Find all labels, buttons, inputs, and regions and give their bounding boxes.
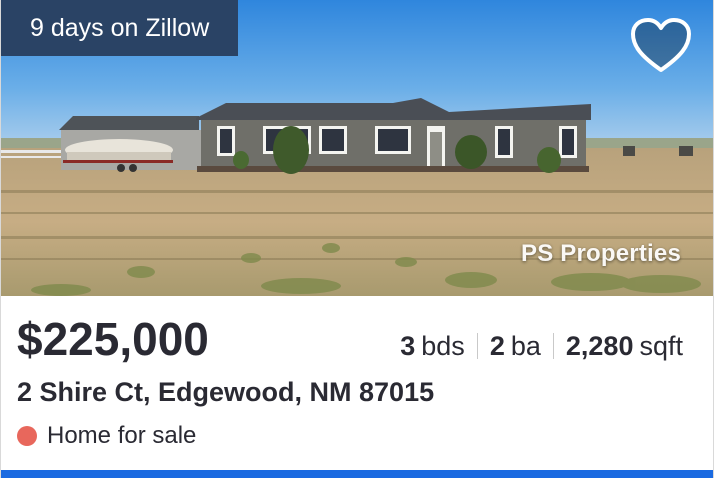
- sqft-value: 2,280: [565, 331, 634, 361]
- beds-fact: 3 bds: [400, 329, 465, 363]
- beds-label: bds: [421, 331, 465, 361]
- listing-info: $225,000 3 bds 2 ba 2,280 sqft 2 Shire Ct, …: [1, 296, 713, 478]
- heart-outline-icon: [631, 18, 691, 72]
- listing-photo[interactable]: 9 days on Zillow PS Properties: [1, 0, 713, 296]
- card-accent-bar: [1, 470, 713, 478]
- status-dot-icon: [17, 426, 37, 446]
- listing-facts: 3 bds 2 ba 2,280 sqft: [400, 329, 683, 363]
- sqft-label: sqft: [639, 331, 683, 361]
- status-text: Home for sale: [47, 422, 197, 449]
- listing-status: Home for sale: [17, 420, 196, 452]
- beds-value: 3: [400, 331, 416, 361]
- days-on-zillow-text: 9 days on Zillow: [30, 14, 210, 42]
- listing-card[interactable]: 9 days on Zillow PS Properties $225,000 …: [0, 0, 714, 478]
- listing-address[interactable]: 2 Shire Ct, Edgewood, NM 87015: [17, 374, 434, 410]
- listing-price: $225,000: [17, 313, 209, 365]
- days-on-zillow-badge: 9 days on Zillow: [1, 0, 239, 56]
- baths-value: 2: [489, 331, 505, 361]
- photo-watermark: PS Properties: [521, 240, 681, 267]
- fact-divider: [476, 333, 478, 359]
- save-favorite-button[interactable]: [629, 16, 693, 76]
- fact-divider: [552, 333, 554, 359]
- sqft-fact: 2,280 sqft: [566, 329, 683, 363]
- baths-fact: 2 ba: [490, 329, 541, 363]
- baths-label: ba: [510, 331, 541, 361]
